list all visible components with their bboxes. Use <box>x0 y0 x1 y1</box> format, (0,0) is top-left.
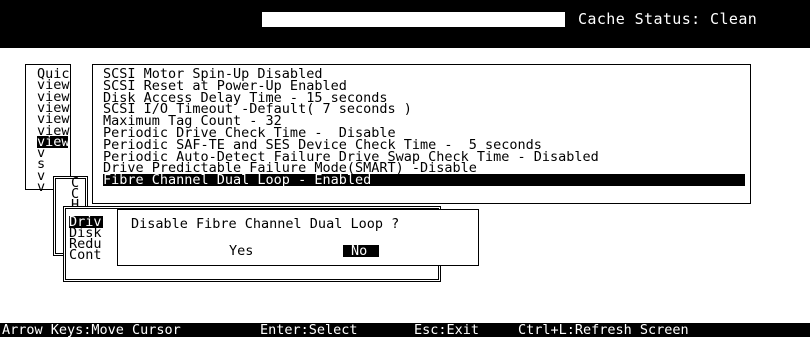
dialog-question: Disable Fibre Channel Dual Loop ? <box>131 216 400 232</box>
main-menu-item[interactable]: v <box>37 180 45 194</box>
no-button[interactable]: No <box>343 244 380 258</box>
status-bar: Arrow Keys:Move Cursor Enter:Select Esc:… <box>0 323 810 337</box>
hint-enter: Enter:Select <box>260 322 358 338</box>
hint-ctrl-l: Ctrl+L:Refresh Screen <box>518 322 689 338</box>
cache-progress-bar <box>262 12 565 27</box>
option-item[interactable]: Fibre Channel Dual Loop - Enabled <box>103 173 745 187</box>
title-bar: Cache Status: Clean <box>0 0 810 48</box>
hint-arrow-keys: Arrow Keys:Move Cursor <box>2 322 181 338</box>
cache-status-text: Cache Status: Clean <box>578 10 758 28</box>
submenu-level3-item[interactable]: Cont <box>69 248 102 262</box>
yes-button[interactable]: Yes <box>229 244 253 258</box>
hint-esc: Esc:Exit <box>414 322 480 338</box>
